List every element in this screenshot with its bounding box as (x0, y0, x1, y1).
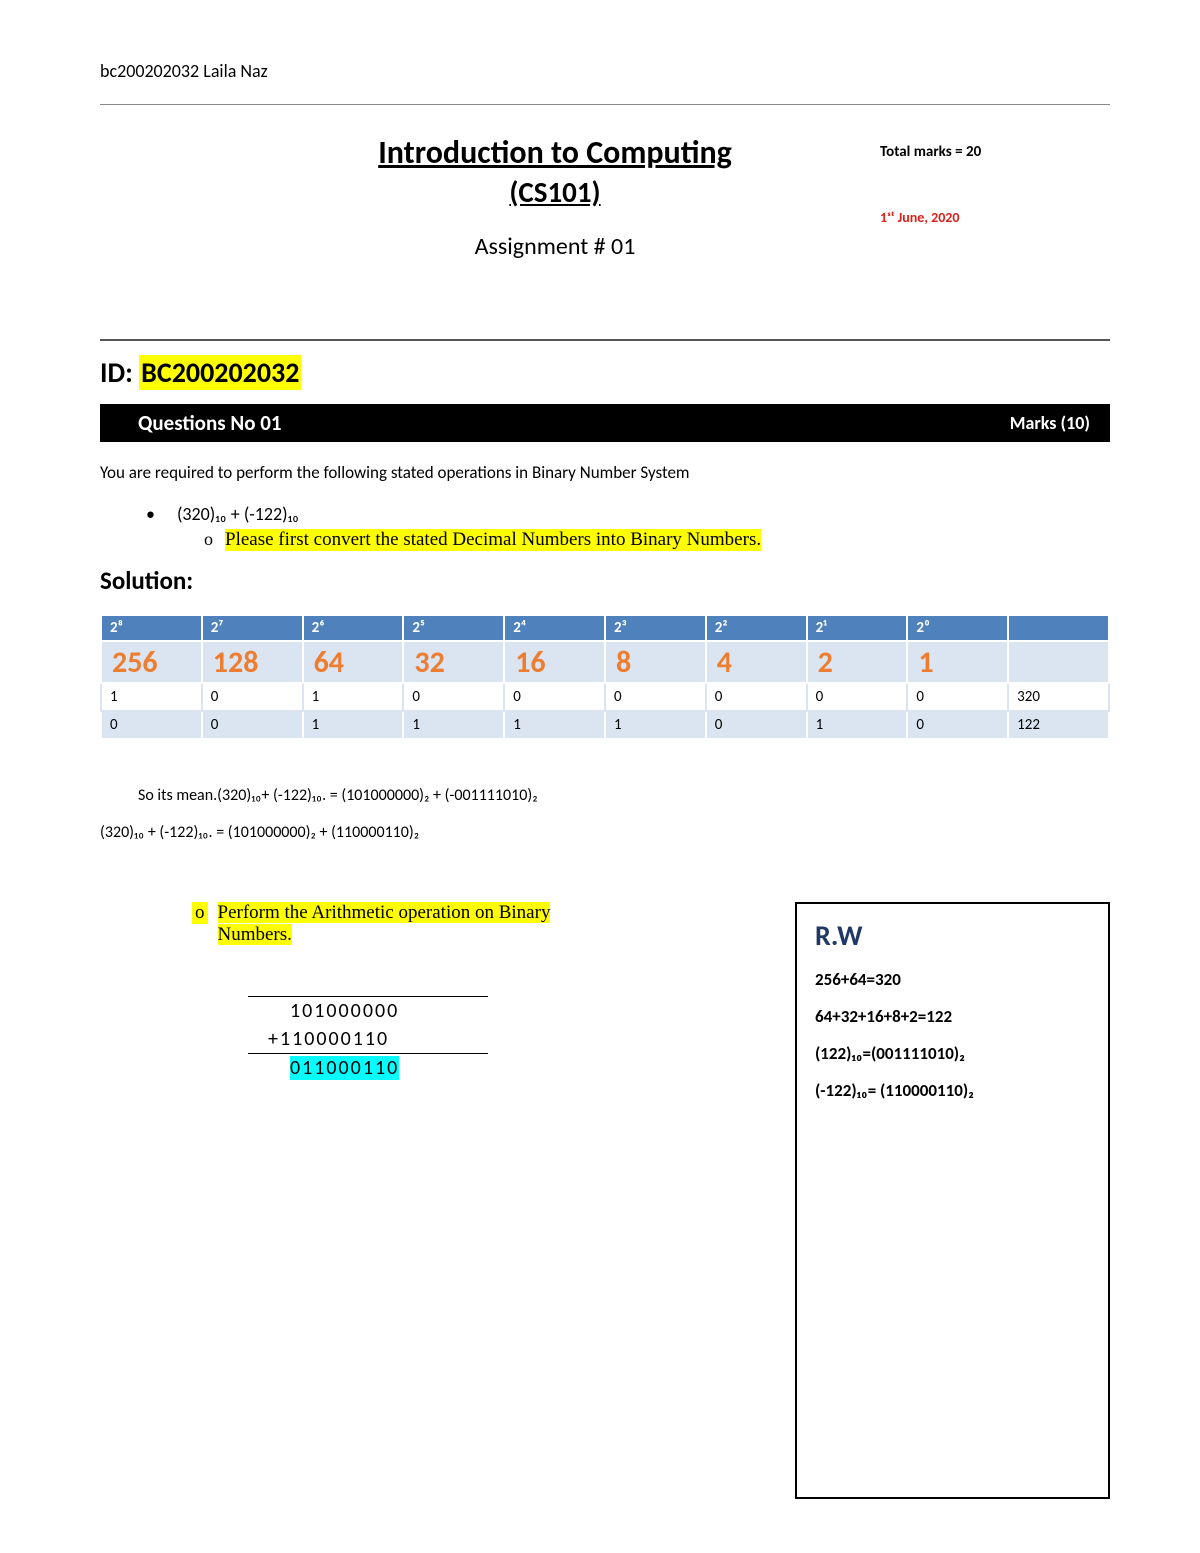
bit-cell: 1 (303, 683, 404, 711)
bit-cell: 0 (202, 683, 303, 711)
divider-top (100, 104, 1110, 105)
question-marks: Marks (10) (1010, 412, 1096, 434)
arithmetic-block: 101000000 +110000110 011000110 (248, 996, 777, 1082)
subbullet-text: Please first convert the stated Decimal … (225, 529, 761, 551)
bit-cell: 0 (907, 683, 1008, 711)
rw-title: R.W (815, 918, 1090, 953)
mean-line: So its mean.(320)₁₀+ (-122)₁₀. = (101000… (100, 786, 1110, 805)
bit-cell: 0 (706, 711, 807, 739)
subbullet-instruction: o Please first convert the stated Decima… (100, 529, 1110, 551)
student-header: bc200202032 Laila Naz (100, 60, 1110, 82)
value-cell: 4 (706, 641, 807, 683)
title-main: Introduction to Computing (230, 133, 880, 172)
bullet-dot-icon: • (146, 503, 155, 525)
bit-cell: 1 (504, 711, 605, 739)
id-prefix: ID: (100, 355, 139, 390)
circle-bullet-icon: o (192, 902, 208, 924)
rough-work-box: R.W 256+64=320 64+32+16+8+2=122 (122)₁₀=… (795, 902, 1110, 1499)
power-cell: 2⁵ (403, 615, 504, 641)
value-cell: 2 (807, 641, 908, 683)
power-cell: 2⁷ (202, 615, 303, 641)
perform-instruction: o Perform the Arithmetic operation on Bi… (192, 902, 777, 946)
power-cell: 2³ (605, 615, 706, 641)
result-cell: 320 (1008, 683, 1109, 711)
value-cell: 16 (504, 641, 605, 683)
power-cell: 2⁸ (101, 615, 202, 641)
equation-line: (320)₁₀ + (-122)₁₀. = (101000000)₂ + (11… (100, 823, 1110, 842)
rw-line: (122)₁₀=(001111010)₂ (815, 1043, 1090, 1064)
power-cell: 2⁴ (504, 615, 605, 641)
bit-cell: 0 (807, 683, 908, 711)
arith-operand-b: +110000110 (248, 1025, 488, 1054)
bit-cell: 1 (807, 711, 908, 739)
bullet-text: (320)₁₀ + (-122)₁₀ (177, 503, 299, 525)
bit-cell: 1 (605, 711, 706, 739)
question-bar: Questions No 01 Marks (10) (100, 404, 1110, 442)
instruction-text: You are required to perform the followin… (100, 462, 1110, 483)
result-cell: 122 (1008, 711, 1109, 739)
bit-cell: 0 (504, 683, 605, 711)
bit-cell: 1 (101, 683, 202, 711)
title-course: (CS101) (230, 174, 880, 210)
table-row-bits-320: 1 0 1 0 0 0 0 0 0 320 (101, 683, 1109, 711)
power-cell: 2² (706, 615, 807, 641)
bullet-problem: • (320)₁₀ + (-122)₁₀ (100, 503, 1110, 525)
id-value: BC200202032 (139, 355, 301, 390)
value-cell: 128 (202, 641, 303, 683)
table-row-powers: 2⁸ 2⁷ 2⁶ 2⁵ 2⁴ 2³ 2² 2¹ 2⁰ (101, 615, 1109, 641)
bit-cell: 0 (907, 711, 1008, 739)
rw-line: 64+32+16+8+2=122 (815, 1006, 1090, 1027)
arith-result: 011000110 (290, 1056, 399, 1080)
power-cell: 2¹ (807, 615, 908, 641)
perform-text: Perform the Arithmetic operation on Bina… (218, 902, 551, 945)
value-cell: 1 (907, 641, 1008, 683)
bit-cell: 1 (303, 711, 404, 739)
total-marks: Total marks = 20 (880, 143, 1110, 161)
value-cell: 8 (605, 641, 706, 683)
value-cell (1008, 641, 1109, 683)
bit-cell: 0 (101, 711, 202, 739)
bit-cell: 0 (706, 683, 807, 711)
value-cell: 64 (303, 641, 404, 683)
solution-heading: Solution: (100, 565, 1110, 596)
bit-cell: 1 (403, 711, 504, 739)
rw-line: (-122)₁₀= (110000110)₂ (815, 1080, 1090, 1101)
value-cell: 256 (101, 641, 202, 683)
binary-table: 2⁸ 2⁷ 2⁶ 2⁵ 2⁴ 2³ 2² 2¹ 2⁰ 256 128 64 32… (100, 614, 1110, 740)
bit-cell: 0 (403, 683, 504, 711)
value-cell: 32 (403, 641, 504, 683)
table-row-values: 256 128 64 32 16 8 4 2 1 (101, 641, 1109, 683)
circle-bullet-icon: o (204, 529, 213, 550)
question-title: Questions No 01 (138, 410, 282, 436)
id-line: ID: BC200202032 (100, 355, 1110, 390)
bit-cell: 0 (202, 711, 303, 739)
bit-cell: 0 (605, 683, 706, 711)
table-row-bits-122: 0 0 1 1 1 1 0 1 0 122 (101, 711, 1109, 739)
power-cell: 2⁰ (907, 615, 1008, 641)
arith-operand-a: 101000000 (248, 996, 488, 1025)
power-cell: 2⁶ (303, 615, 404, 641)
assignment-line: Assignment # 01 (230, 232, 880, 261)
title-area: Introduction to Computing (CS101) Assign… (100, 133, 1110, 261)
rw-line: 256+64=320 (815, 969, 1090, 990)
date-line: 1ˢᵗ June, 2020 (880, 209, 1110, 226)
power-cell (1008, 615, 1109, 641)
divider-mid (100, 339, 1110, 341)
